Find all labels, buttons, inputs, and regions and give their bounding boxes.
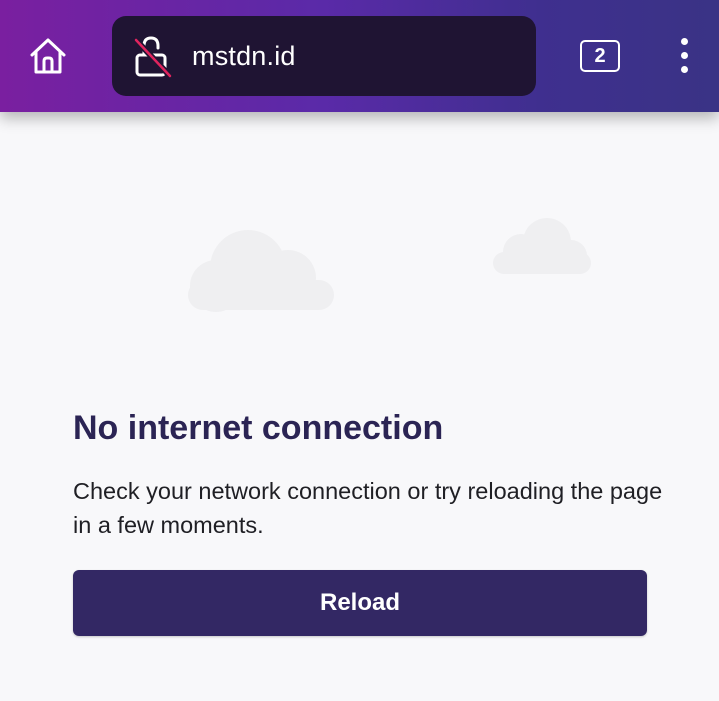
url-text[interactable]: mstdn.id [192,16,296,96]
home-icon [30,38,66,74]
address-bar[interactable]: mstdn.id [112,16,536,96]
reload-button[interactable]: Reload [73,570,647,636]
tab-count: 2 [580,40,620,72]
cloud-icon [493,218,591,274]
menu-dot [681,66,688,73]
more-vertical-icon[interactable] [668,34,702,78]
menu-dot [681,38,688,45]
menu-dot [681,52,688,59]
lock-broken-icon[interactable] [132,34,176,78]
cloud-icon [188,230,334,312]
error-message: Check your network connection or try rel… [73,478,663,538]
home-button[interactable] [24,32,72,80]
tab-switcher-button[interactable]: 2 [578,38,622,74]
browser-page: mstdn.id 2 No internet connection Check … [0,0,719,701]
error-title: No internet connection [73,409,444,447]
browser-toolbar: mstdn.id 2 [0,0,719,112]
